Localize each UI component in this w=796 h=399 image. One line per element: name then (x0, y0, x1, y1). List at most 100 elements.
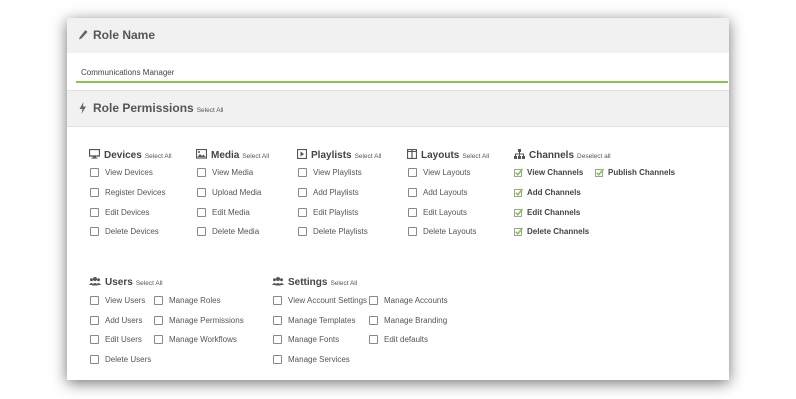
perm-add-channels[interactable]: Add Channels (514, 186, 581, 198)
layouts-group-title: Layouts Select All (407, 149, 489, 161)
checkbox[interactable] (369, 334, 378, 344)
checkbox[interactable] (197, 167, 206, 177)
checkbox[interactable] (369, 295, 378, 305)
perm-delete-devices[interactable]: Delete Devices (90, 225, 159, 237)
perm-view-users[interactable]: View Users (90, 294, 145, 306)
role-name-header: Role Name (67, 18, 729, 54)
role-name-title: Role Name (93, 28, 156, 42)
perm-view-account-settings[interactable]: View Account Settings (273, 294, 367, 306)
checkbox-checked[interactable] (514, 207, 523, 217)
perm-view-playlists[interactable]: View Playlists (298, 166, 362, 178)
role-permissions-select-all[interactable]: Select All (197, 107, 224, 114)
checkbox[interactable] (273, 354, 282, 364)
checkbox[interactable] (298, 167, 307, 177)
perm-manage-fonts[interactable]: Manage Fonts (273, 333, 339, 345)
perm-upload-media[interactable]: Upload Media (197, 186, 261, 198)
devices-select-all[interactable]: Select All (145, 153, 172, 160)
checkbox[interactable] (90, 226, 99, 236)
checkbox[interactable] (154, 295, 163, 305)
bolt-icon (79, 102, 86, 114)
checkbox[interactable] (90, 207, 99, 217)
perm-add-playlists[interactable]: Add Playlists (298, 186, 359, 198)
checkbox[interactable] (154, 315, 163, 325)
perm-manage-services[interactable]: Manage Services (273, 353, 350, 365)
sitemap-icon (514, 149, 525, 159)
perm-edit-layouts[interactable]: Edit Layouts (408, 206, 467, 218)
perm-edit-defaults[interactable]: Edit defaults (369, 333, 428, 345)
checkbox[interactable] (298, 207, 307, 217)
perm-publish-channels[interactable]: Publish Channels (595, 166, 675, 178)
image-icon (196, 149, 207, 159)
role-editor-card: Role Name Role PermissionsSelect All Dev… (67, 18, 729, 380)
checkbox-checked[interactable] (595, 167, 604, 177)
perm-manage-permissions[interactable]: Manage Permissions (154, 314, 244, 326)
users-group-title: Users Select All (89, 276, 163, 288)
checkbox[interactable] (273, 334, 282, 344)
perm-delete-playlists[interactable]: Delete Playlists (298, 225, 368, 237)
checkbox[interactable] (298, 226, 307, 236)
checkbox[interactable] (298, 187, 307, 197)
perm-delete-layouts[interactable]: Delete Layouts (408, 225, 476, 237)
checkbox[interactable] (154, 334, 163, 344)
perm-delete-media[interactable]: Delete Media (197, 225, 259, 237)
playlists-title: Playlists (311, 150, 352, 161)
perm-view-media[interactable]: View Media (197, 166, 253, 178)
perm-view-channels[interactable]: View Channels (514, 166, 583, 178)
checkbox[interactable] (408, 207, 417, 217)
channels-deselect-all[interactable]: Deselect all (577, 153, 611, 160)
monitor-icon (89, 149, 100, 159)
users-icon (89, 277, 101, 286)
perm-edit-devices[interactable]: Edit Devices (90, 206, 149, 218)
checkbox[interactable] (273, 315, 282, 325)
checkbox[interactable] (197, 226, 206, 236)
settings-title: Settings (288, 277, 328, 288)
perm-edit-users[interactable]: Edit Users (90, 333, 142, 345)
perm-add-users[interactable]: Add Users (90, 314, 142, 326)
checkbox[interactable] (90, 354, 99, 364)
perm-edit-playlists[interactable]: Edit Playlists (298, 206, 358, 218)
media-select-all[interactable]: Select All (242, 153, 269, 160)
checkbox[interactable] (90, 295, 99, 305)
checkbox[interactable] (408, 226, 417, 236)
checkbox[interactable] (273, 295, 282, 305)
media-group-title: Media Select All (196, 149, 269, 161)
users-select-all[interactable]: Select All (136, 280, 163, 287)
perm-view-devices[interactable]: View Devices (90, 166, 153, 178)
perm-edit-media[interactable]: Edit Media (197, 206, 250, 218)
checkbox-checked[interactable] (514, 167, 523, 177)
checkbox[interactable] (197, 187, 206, 197)
role-name-input[interactable] (76, 63, 728, 83)
perm-delete-users[interactable]: Delete Users (90, 353, 151, 365)
checkbox[interactable] (90, 187, 99, 197)
perm-manage-templates[interactable]: Manage Templates (273, 314, 355, 326)
checkbox[interactable] (90, 167, 99, 177)
checkbox[interactable] (408, 187, 417, 197)
channels-group-title: Channels Deselect all (514, 149, 611, 161)
perm-view-layouts[interactable]: View Layouts (408, 166, 470, 178)
perm-delete-channels[interactable]: Delete Channels (514, 225, 589, 237)
users-title: Users (105, 277, 133, 288)
perm-edit-channels[interactable]: Edit Channels (514, 206, 580, 218)
perm-manage-accounts[interactable]: Manage Accounts (369, 294, 448, 306)
checkbox[interactable] (197, 207, 206, 217)
perm-manage-branding[interactable]: Manage Branding (369, 314, 447, 326)
play-square-icon (297, 149, 307, 159)
playlists-select-all[interactable]: Select All (355, 153, 382, 160)
checkbox[interactable] (90, 334, 99, 344)
perm-manage-workflows[interactable]: Manage Workflows (154, 333, 237, 345)
settings-select-all[interactable]: Select All (330, 280, 357, 287)
perm-manage-roles[interactable]: Manage Roles (154, 294, 221, 306)
role-permissions-header: Role Permissions Select All (67, 90, 729, 127)
checkbox-checked[interactable] (514, 226, 523, 236)
checkbox[interactable] (408, 167, 417, 177)
checkbox[interactable] (369, 315, 378, 325)
layouts-select-all[interactable]: Select All (462, 153, 489, 160)
checkbox-checked[interactable] (514, 187, 523, 197)
playlists-group-title: Playlists Select All (297, 149, 381, 161)
perm-register-devices[interactable]: Register Devices (90, 186, 165, 198)
checkbox[interactable] (90, 315, 99, 325)
role-name-row (67, 53, 729, 90)
devices-group-title: Devices Select All (89, 149, 172, 161)
perm-add-layouts[interactable]: Add Layouts (408, 186, 467, 198)
settings-group-title: Settings Select All (272, 276, 357, 288)
